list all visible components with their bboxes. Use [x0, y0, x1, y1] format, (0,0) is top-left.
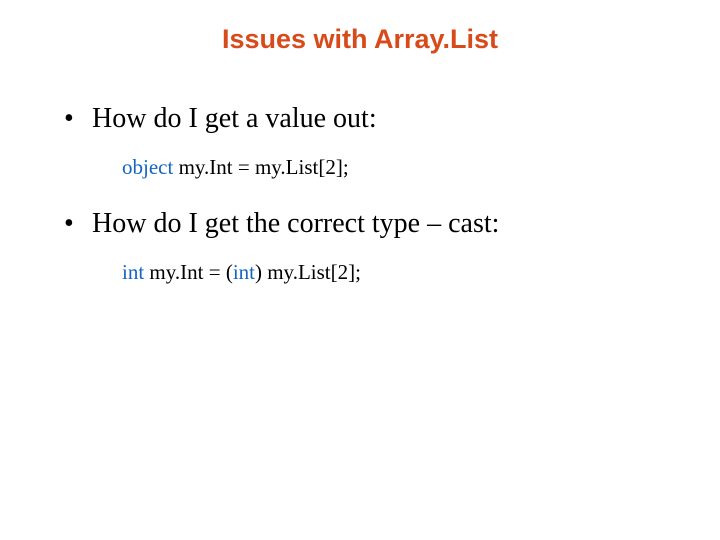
bullet-list: How do I get a value out: object my.Int … — [64, 103, 680, 285]
code-text: my.Int = my.List[2]; — [173, 155, 348, 179]
code-text: ) my.List[2]; — [255, 260, 361, 284]
bullet-text: How do I get a value out: — [64, 103, 680, 135]
list-item: How do I get the correct type – cast: in… — [64, 208, 680, 285]
list-item: How do I get a value out: object my.Int … — [64, 103, 680, 180]
code-keyword: object — [122, 155, 173, 179]
code-line: object my.Int = my.List[2]; — [122, 155, 680, 180]
code-keyword: int — [233, 260, 255, 284]
bullet-text: How do I get the correct type – cast: — [64, 208, 680, 240]
code-text: my.Int = ( — [144, 260, 233, 284]
code-line: int my.Int = (int) my.List[2]; — [122, 260, 680, 285]
code-keyword: int — [122, 260, 144, 284]
slide: Issues with Array.List How do I get a va… — [0, 0, 720, 540]
slide-title: Issues with Array.List — [40, 24, 680, 55]
